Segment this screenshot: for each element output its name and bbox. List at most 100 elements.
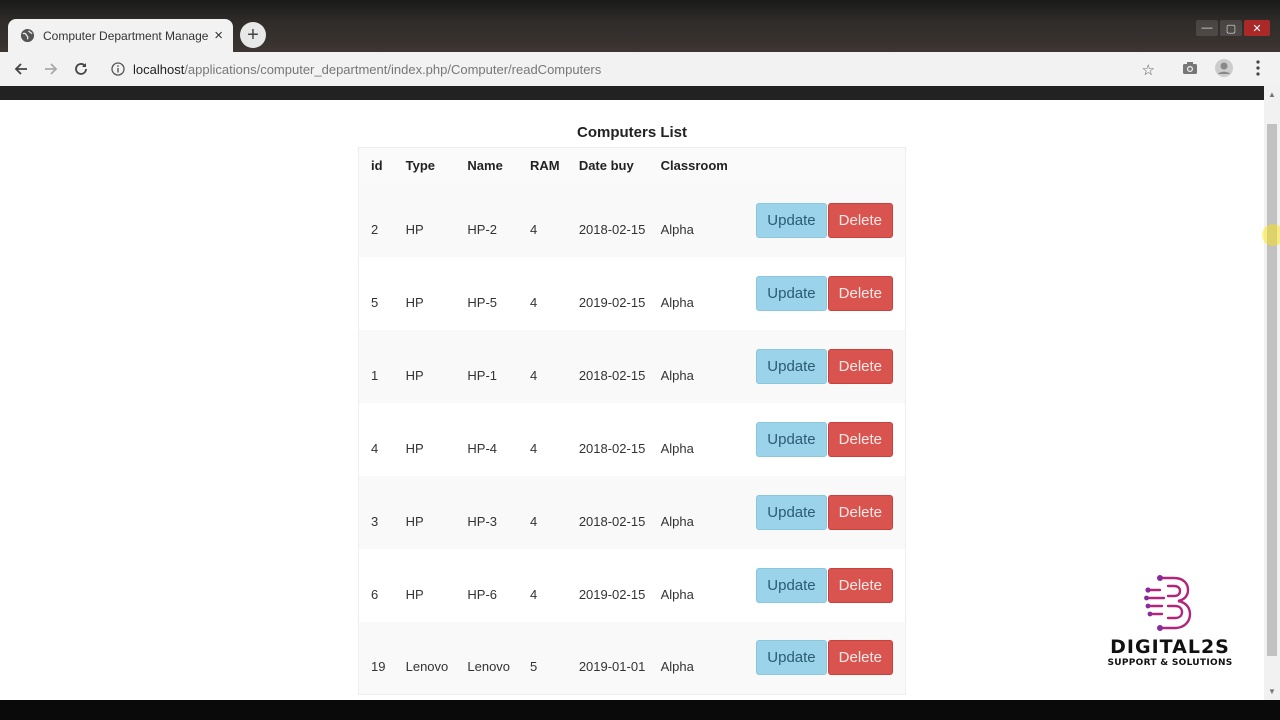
cell-actions: Update Delete [736, 257, 905, 330]
cell-ram: 4 [530, 586, 538, 602]
page-navbar [0, 86, 1264, 100]
cell-id: 6 [371, 586, 379, 602]
update-button[interactable]: Update [756, 567, 827, 603]
update-button[interactable]: Update [756, 421, 827, 457]
scrollbar-thumb[interactable] [1267, 124, 1277, 656]
browser-tabstrip: Computer Department Management × + — ▢ ✕ [0, 0, 1280, 52]
cell-type: HP [405, 586, 424, 602]
cell-actions: Update Delete [736, 403, 905, 476]
window-close-icon[interactable]: ✕ [1244, 20, 1270, 36]
cell-actions: Update Delete [736, 476, 905, 549]
cell-date-buy: 2018-02-15 [578, 367, 646, 383]
globe-icon [20, 28, 35, 43]
bottom-letterbox [0, 700, 1280, 720]
new-tab-button[interactable]: + [240, 22, 266, 48]
cell-name: HP-2 [467, 221, 498, 237]
cell-classroom: Alpha [660, 221, 694, 237]
digital2s-logo-icon [1144, 575, 1192, 631]
cell-id: 2 [371, 221, 379, 237]
delete-button[interactable]: Delete [827, 494, 893, 530]
forward-button[interactable] [42, 60, 60, 78]
cell-classroom: Alpha [660, 367, 694, 383]
profile-avatar-icon[interactable] [1214, 58, 1234, 78]
delete-button[interactable]: Delete [827, 202, 893, 238]
delete-button[interactable]: Delete [827, 348, 893, 384]
cell-date-buy: 2019-01-01 [578, 659, 646, 675]
cell-classroom: Alpha [660, 659, 694, 675]
cell-classroom: Alpha [660, 513, 694, 529]
cell-date-buy: 2019-02-15 [578, 586, 646, 602]
scroll-down-icon[interactable]: ▼ [1268, 687, 1276, 696]
vertical-scrollbar[interactable]: ▲ ▼ [1264, 86, 1280, 700]
cell-actions: Update Delete [736, 184, 905, 257]
cell-classroom: Alpha [660, 586, 694, 602]
cell-id: 4 [371, 440, 379, 456]
cell-type: HP [405, 440, 424, 456]
table-row: 4 HP HP-4 4 2018-02-15 Alpha Update Delet… [358, 402, 906, 476]
delete-button[interactable]: Delete [827, 421, 893, 457]
column-header-date-buy: Date buy [578, 158, 634, 174]
address-bar[interactable]: localhost/applications/computer_departme… [103, 56, 1163, 82]
table-row: 6 HP HP-6 4 2019-02-15 Alpha Update Delet… [358, 548, 906, 622]
cell-name: HP-4 [467, 440, 498, 456]
cell-id: 5 [371, 294, 379, 310]
url-host: localhost [133, 61, 185, 77]
column-header-type: Type [405, 158, 435, 174]
cell-name: HP-6 [467, 586, 498, 602]
reload-button[interactable] [72, 60, 90, 78]
arrow-left-icon [14, 63, 27, 75]
cell-date-buy: 2018-02-15 [578, 440, 646, 456]
maximize-icon[interactable]: ▢ [1220, 20, 1242, 36]
table-row: 2 HP HP-2 4 2018-02-15 Alpha Update Delet… [358, 183, 906, 257]
update-button[interactable]: Update [756, 348, 827, 384]
cell-id: 3 [371, 513, 379, 529]
update-button[interactable]: Update [756, 202, 827, 238]
browser-toolbar: localhost/applications/computer_departme… [0, 52, 1280, 86]
back-button[interactable] [12, 60, 30, 78]
cell-actions: Update Delete [736, 330, 905, 403]
tab-close-icon[interactable]: × [214, 27, 223, 44]
cell-type: HP [405, 294, 424, 310]
cell-id: 1 [371, 367, 379, 383]
update-button[interactable]: Update [756, 494, 827, 530]
delete-button[interactable]: Delete [827, 567, 893, 603]
scroll-up-icon[interactable]: ▲ [1268, 90, 1276, 99]
watermark-brand: DIGITAL2S [1110, 636, 1230, 658]
info-icon[interactable] [111, 62, 125, 76]
mouse-cursor-highlight [1262, 224, 1280, 246]
table-header-row: id Type Name RAM Date buy Classroom [358, 147, 906, 184]
column-header-classroom: Classroom [660, 158, 728, 174]
cell-ram: 4 [530, 513, 538, 529]
cell-date-buy: 2019-02-15 [578, 294, 646, 310]
bookmark-star-icon[interactable]: ☆ [1142, 61, 1155, 79]
update-button[interactable]: Update [756, 275, 827, 311]
digital2s-watermark: DIGITAL2S SUPPORT & SOLUTIONS [1100, 574, 1240, 668]
cell-ram: 4 [530, 440, 538, 456]
page-title: Computers List [576, 124, 687, 141]
column-header-actions [736, 148, 905, 184]
cell-type: HP [405, 367, 424, 383]
table-row: 19 Lenovo Lenovo 5 2019-01-01 Alpha Upda… [358, 621, 906, 695]
delete-button[interactable]: Delete [827, 640, 893, 676]
cell-name: HP-5 [467, 294, 498, 310]
cell-name: Lenovo [467, 659, 511, 675]
delete-button[interactable]: Delete [827, 275, 893, 311]
update-button[interactable]: Update [756, 640, 827, 676]
browser-tab[interactable]: Computer Department Management × [8, 19, 233, 52]
cell-ram: 4 [530, 294, 538, 310]
column-header-name: Name [467, 158, 503, 174]
minimize-icon[interactable]: — [1196, 20, 1218, 36]
cell-name: HP-1 [467, 367, 498, 383]
arrow-right-icon [45, 63, 58, 75]
reload-icon [75, 63, 87, 75]
menu-kebab-icon[interactable] [1248, 58, 1268, 78]
tab-title: Computer Department Management [43, 28, 209, 43]
cell-actions: Update Delete [736, 549, 905, 622]
cell-type: Lenovo [405, 659, 449, 675]
cell-ram: 5 [530, 659, 538, 675]
computers-list-panel: Computers List id Type Name RAM Date buy… [358, 120, 906, 695]
camera-icon[interactable] [1180, 58, 1200, 78]
table-row: 5 HP HP-5 4 2019-02-15 Alpha Update Delet… [358, 256, 906, 330]
url-path: /applications/computer_department/index.… [184, 61, 602, 77]
cell-ram: 4 [530, 221, 538, 237]
